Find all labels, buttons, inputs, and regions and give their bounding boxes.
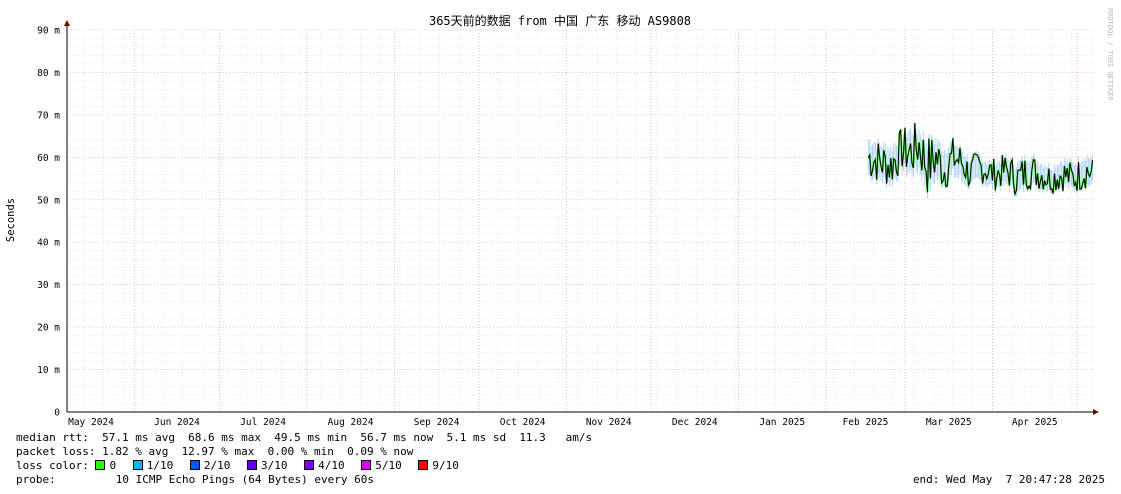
x-tick-label: Feb 2025 bbox=[843, 417, 889, 428]
legend-swatch bbox=[95, 460, 106, 470]
probe-label: probe: bbox=[16, 473, 56, 486]
y-tick-label: 90 m bbox=[37, 26, 60, 37]
loss-color-legend: loss color: 0 1/10 2/10 3/10 4/10 5/10 9… bbox=[16, 459, 469, 473]
packet-loss-stats: packet loss: 1.82 % avg 12.97 % max 0.00… bbox=[16, 445, 414, 458]
y-tick-label: 50 m bbox=[37, 195, 60, 206]
legend-swatch bbox=[418, 460, 429, 470]
legend-item: 2/10 bbox=[189, 459, 231, 472]
legend-label: 4/10 bbox=[318, 459, 345, 472]
x-tick-label: Dec 2024 bbox=[672, 417, 718, 428]
legend-label: 9/10 bbox=[432, 459, 459, 472]
y-tick-label: 10 m bbox=[37, 365, 60, 376]
probe-description: 10 ICMP Echo Pings (64 Bytes) every 60s bbox=[115, 473, 375, 486]
y-tick-label: 0 bbox=[54, 408, 60, 419]
legend-swatch bbox=[189, 460, 200, 470]
end-time: end: Wed May 7 20:47:28 2025 bbox=[912, 473, 1105, 486]
x-tick-label: Jan 2025 bbox=[759, 417, 805, 428]
x-tick-labels: May 2024 Jun 2024 Jul 2024 Aug 2024 Sep 2024… bbox=[68, 417, 1058, 428]
legend-item: 1/10 bbox=[132, 459, 174, 472]
legend-swatch bbox=[246, 460, 257, 470]
x-tick-label: Oct 2024 bbox=[500, 417, 546, 428]
y-tick-label: 40 m bbox=[37, 238, 60, 249]
rrdtool-watermark: RRDTOOL / TOBI OETIKER bbox=[1106, 8, 1114, 102]
legend-label: 2/10 bbox=[203, 459, 231, 472]
probe-info: probe: 10 ICMP Echo Pings (64 Bytes) ever… bbox=[16, 473, 374, 487]
loss-color-label: loss color: bbox=[16, 459, 89, 472]
x-tick-label: Nov 2024 bbox=[586, 417, 632, 428]
x-axis-arrow bbox=[1093, 409, 1099, 415]
x-tick-label: Aug 2024 bbox=[328, 417, 374, 428]
rtt-stats: median rtt: 57.1 ms avg 68.6 ms max 49.5… bbox=[16, 431, 593, 444]
y-tick-label: 20 m bbox=[37, 323, 60, 334]
legend-item: 0 bbox=[95, 459, 116, 472]
grid-lines bbox=[67, 29, 1094, 412]
y-tick-labels: 0 10 m 20 m 30 m 40 m 50 m 60 m 70 m 80 m 90 m bbox=[37, 26, 60, 419]
chart-title: 365天前的数据 from 中国 广东 移动 AS9808 bbox=[429, 13, 691, 28]
legend-swatch bbox=[361, 460, 372, 470]
legend-item: 5/10 bbox=[361, 459, 402, 472]
legend-label: 1/10 bbox=[146, 459, 174, 472]
legend-label: 0 bbox=[109, 459, 117, 472]
legend-item: 9/10 bbox=[418, 459, 459, 472]
legend-item: 3/10 bbox=[246, 459, 288, 472]
y-tick-label: 80 m bbox=[37, 68, 60, 79]
smokeping-chart: 365天前的数据 from 中国 广东 移动 AS9808 Seconds RR… bbox=[5, 8, 1114, 428]
legend-label: 5/10 bbox=[375, 459, 402, 472]
plot-area bbox=[867, 122, 1094, 200]
legend-item: 4/10 bbox=[304, 459, 345, 472]
x-tick-label: Apr 2025 bbox=[1012, 417, 1058, 428]
legend-label: 3/10 bbox=[260, 459, 288, 472]
y-axis-arrow bbox=[64, 20, 70, 26]
y-axis-label: Seconds bbox=[5, 198, 17, 242]
median-rtt-line bbox=[867, 123, 1094, 197]
y-tick-label: 70 m bbox=[37, 110, 60, 121]
legend-swatch bbox=[132, 460, 143, 470]
axes bbox=[64, 20, 1099, 415]
x-tick-label: Jul 2024 bbox=[240, 417, 286, 428]
x-tick-label: Mar 2025 bbox=[926, 417, 972, 428]
y-tick-label: 30 m bbox=[37, 280, 60, 291]
legend-swatch bbox=[304, 460, 315, 470]
y-tick-label: 60 m bbox=[37, 153, 60, 164]
x-tick-label: May 2024 bbox=[68, 417, 114, 428]
x-tick-label: Sep 2024 bbox=[414, 417, 460, 428]
legend-items: 0 1/10 2/10 3/10 4/10 5/10 9/10 bbox=[89, 459, 469, 472]
x-tick-label: Jun 2024 bbox=[154, 417, 200, 428]
